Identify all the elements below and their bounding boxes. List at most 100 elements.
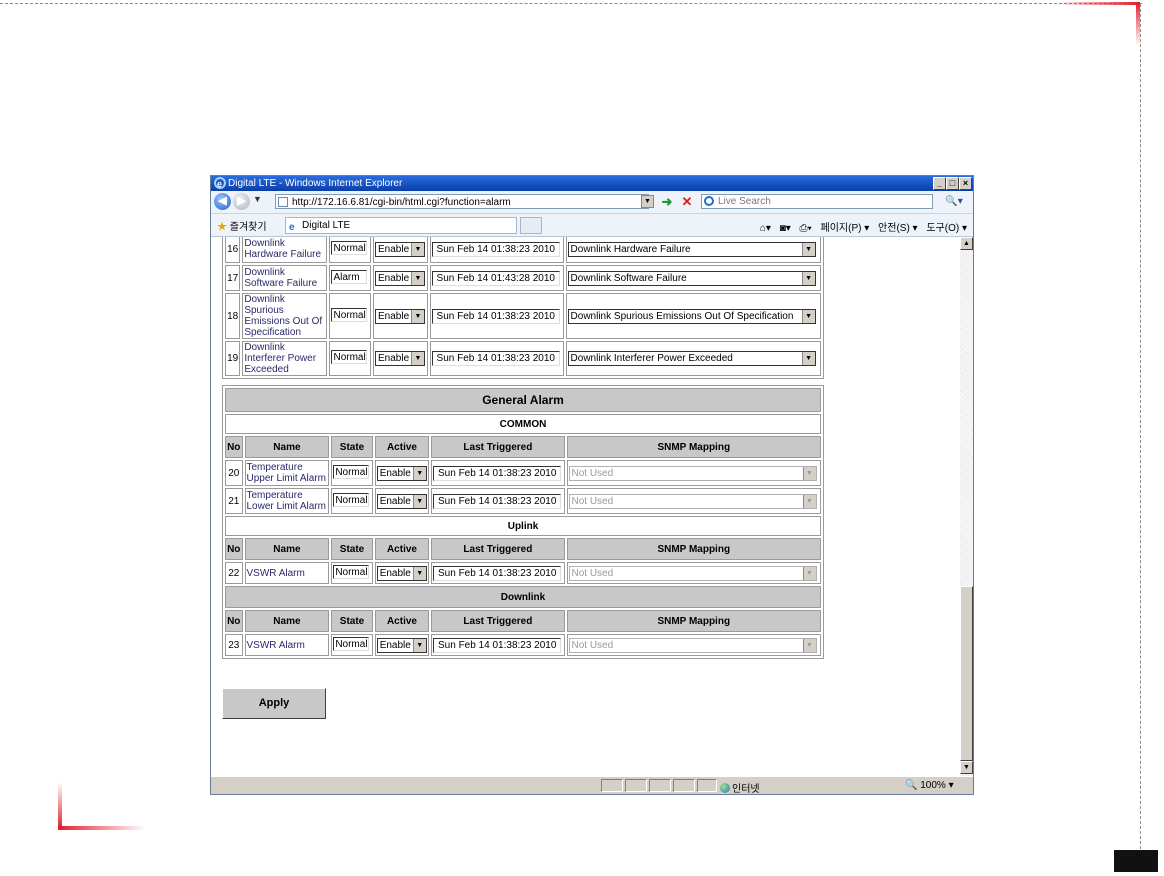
alarm-name: VSWR Alarm xyxy=(244,562,330,584)
url-dropdown-icon[interactable]: ▼ xyxy=(641,195,654,208)
section-label: Downlink xyxy=(225,586,821,608)
active-select[interactable]: Enable ▼ xyxy=(376,465,427,481)
active-select[interactable]: Enable ▼ xyxy=(375,308,426,324)
alarm-name: Downlink Spurious Emissions Out Of Speci… xyxy=(242,293,328,339)
search-input[interactable]: Live Search xyxy=(701,194,933,209)
state-field: Normal xyxy=(333,636,370,651)
state-field: Normal xyxy=(331,350,368,364)
state-field: Normal xyxy=(331,307,368,322)
col-name: Name xyxy=(244,610,330,632)
back-button[interactable]: ◀ xyxy=(214,193,231,210)
active-select[interactable]: Enable ▼ xyxy=(376,493,427,509)
cmd-page[interactable]: 페이지(P) ▾ xyxy=(821,223,870,234)
page-border-top xyxy=(0,3,1142,4)
last-triggered-field: Sun Feb 14 01:38:23 2010 xyxy=(431,351,560,366)
alarm-name: Temperature Upper Limit Alarm xyxy=(244,460,330,486)
col-no: No xyxy=(225,610,243,632)
snmp-select[interactable]: Downlink Software Failure ▼ xyxy=(567,270,816,286)
snmp-select[interactable]: Not Used ▼ xyxy=(568,493,817,509)
address-bar: ◀ ▶ ▼ http://172.16.6.81/cgi-bin/html.cg… xyxy=(211,191,973,214)
last-triggered-field: Sun Feb 14 01:38:23 2010 xyxy=(433,493,562,509)
live-search-icon xyxy=(704,196,714,206)
stop-icon[interactable]: ✕ xyxy=(679,194,695,210)
zoom-control[interactable]: 🔍 100% ▾ xyxy=(905,780,954,791)
feeds-icon[interactable]: ◙▾ xyxy=(780,223,791,234)
zoom-level: 100% xyxy=(920,780,946,791)
scroll-thumb[interactable] xyxy=(960,586,973,761)
dropdown-arrow-icon: ▼ xyxy=(411,352,425,365)
snmp-select[interactable]: Downlink Spurious Emissions Out Of Speci… xyxy=(567,308,816,324)
dropdown-arrow-icon: ▼ xyxy=(801,242,815,256)
go-arrow-icon[interactable]: ➜ xyxy=(659,194,675,210)
last-triggered-field: Sun Feb 14 01:38:23 2010 xyxy=(431,241,560,257)
favorites-bar: ★ 즐겨찾기 e Digital LTE ⌂▾ ◙▾ ⎙▾ 페이지(P) ▾ 안… xyxy=(211,214,973,237)
col-no: No xyxy=(225,538,243,560)
window-title: Digital LTE - Windows Internet Explorer xyxy=(228,178,403,189)
snmp-select[interactable]: Not Used ▼ xyxy=(568,637,817,653)
section-header-uplink: Uplink xyxy=(225,516,821,536)
section-header-common: COMMON xyxy=(225,414,821,434)
alarm-no: 18 xyxy=(225,293,241,339)
print-icon[interactable]: ⎙▾ xyxy=(800,223,812,234)
page-icon xyxy=(278,197,288,207)
vertical-scrollbar[interactable]: ▲ ▼ xyxy=(960,237,973,776)
state-field: Alarm xyxy=(331,269,368,284)
cmd-safety[interactable]: 안전(S) ▾ xyxy=(878,223,918,234)
forward-button[interactable]: ▶ xyxy=(233,193,250,210)
ie-logo-icon: e xyxy=(214,177,226,189)
corner-accent-bottom xyxy=(58,826,146,830)
col-snmp: SNMP Mapping xyxy=(566,436,821,458)
last-triggered-field: Sun Feb 14 01:43:28 2010 xyxy=(431,270,560,286)
general-alarm-title: General Alarm xyxy=(225,388,821,412)
snmp-value: Not Used xyxy=(571,567,614,579)
section-label: Uplink xyxy=(225,516,821,536)
active-value: Enable xyxy=(379,567,411,579)
last-triggered-field: Sun Feb 14 01:38:23 2010 xyxy=(431,308,560,324)
active-select[interactable]: Enable ▼ xyxy=(376,565,427,581)
scroll-up-icon[interactable]: ▲ xyxy=(960,237,973,250)
favorites-label: 즐겨찾기 xyxy=(229,222,267,233)
alarm-no: 16 xyxy=(225,237,241,263)
minimize-button[interactable]: _ xyxy=(933,177,946,190)
favorites-button[interactable]: ★ 즐겨찾기 xyxy=(217,218,267,233)
table-row: 16 Downlink Hardware Failure Normal Enab… xyxy=(225,237,821,263)
apply-button[interactable]: Apply xyxy=(222,688,326,719)
snmp-select[interactable]: Not Used ▼ xyxy=(568,565,817,581)
snmp-value: Not Used xyxy=(571,467,614,479)
col-last-triggered: Last Triggered xyxy=(431,436,565,458)
search-magnifier-icon[interactable]: 🔍▾ xyxy=(939,194,969,209)
tab-ie-icon: e xyxy=(289,222,295,233)
scroll-down-icon[interactable]: ▼ xyxy=(960,761,973,774)
alarm-no: 23 xyxy=(225,634,243,656)
snmp-select[interactable]: Not Used ▼ xyxy=(568,465,817,481)
maximize-button[interactable]: □ xyxy=(946,177,959,190)
active-select[interactable]: Enable ▼ xyxy=(376,637,427,653)
snmp-select[interactable]: Downlink Hardware Failure ▼ xyxy=(567,241,816,257)
home-icon[interactable]: ⌂▾ xyxy=(760,223,771,234)
corner-accent-top xyxy=(1055,2,1139,5)
new-tab-button[interactable] xyxy=(520,217,542,234)
tab-digital-lte[interactable]: e Digital LTE xyxy=(285,217,517,234)
dropdown-arrow-icon: ▼ xyxy=(412,566,426,580)
dropdown-arrow-icon: ▼ xyxy=(801,352,815,365)
col-snmp: SNMP Mapping xyxy=(566,538,821,560)
dropdown-arrow-icon: ▼ xyxy=(801,271,815,285)
active-value: Enable xyxy=(379,639,411,651)
dropdown-arrow-icon: ▼ xyxy=(411,309,425,323)
active-select[interactable]: Enable ▼ xyxy=(375,351,426,366)
downlink-alarm-table: 16 Downlink Hardware Failure Normal Enab… xyxy=(222,237,824,379)
close-button[interactable]: × xyxy=(959,177,972,190)
command-bar: ⌂▾ ◙▾ ⎙▾ 페이지(P) ▾ 안전(S) ▾ 도구(O) ▾ xyxy=(754,219,967,234)
active-select[interactable]: Enable ▼ xyxy=(375,270,426,286)
status-cell xyxy=(697,779,717,792)
history-dropdown-icon[interactable]: ▼ xyxy=(253,194,262,204)
alarm-no: 22 xyxy=(225,562,243,584)
active-value: Enable xyxy=(379,467,411,479)
snmp-select[interactable]: Downlink Interferer Power Exceeded ▼ xyxy=(567,351,816,366)
url-input[interactable]: http://172.16.6.81/cgi-bin/html.cgi?func… xyxy=(275,194,649,209)
cmd-tools[interactable]: 도구(O) ▾ xyxy=(926,223,967,234)
last-triggered-field: Sun Feb 14 01:38:23 2010 xyxy=(433,637,562,653)
dropdown-arrow-icon: ▼ xyxy=(802,638,816,652)
alarm-no: 19 xyxy=(225,341,241,376)
active-select[interactable]: Enable ▼ xyxy=(375,241,426,257)
